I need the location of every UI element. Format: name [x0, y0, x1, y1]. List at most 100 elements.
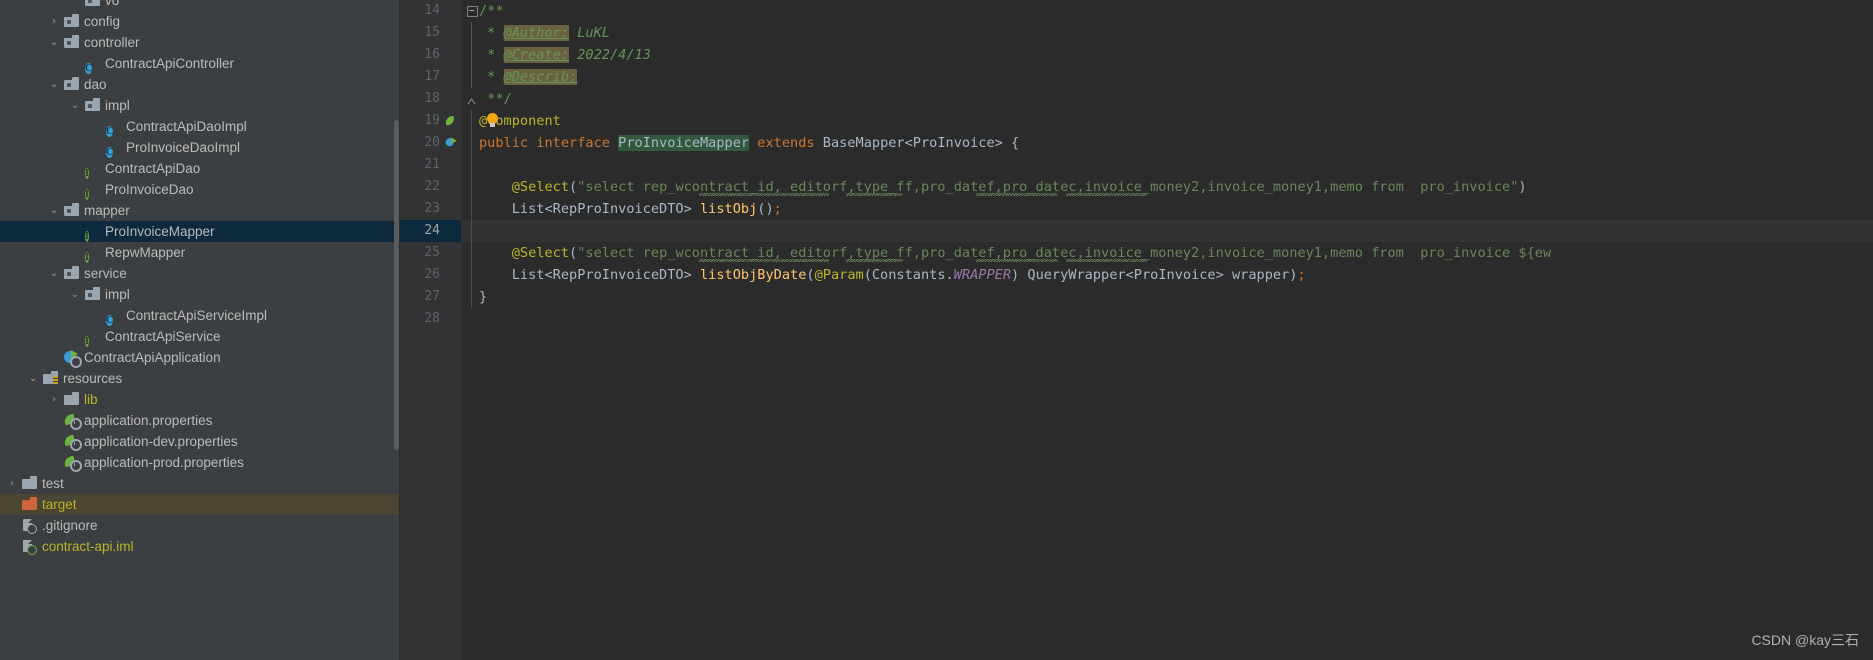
inspection-squiggle	[699, 193, 830, 196]
tree-node-proinvoicedaoimpl[interactable]: C ProInvoiceDaoImpl	[0, 137, 400, 158]
code-content[interactable]: /** * @Author: LuKL * @Create: 2022/4/13…	[462, 0, 1873, 660]
chevron-down-icon[interactable]: ⌄	[48, 32, 60, 53]
tree-node-application-properties[interactable]: application.properties	[0, 410, 400, 431]
code-line: }	[479, 286, 487, 308]
ide-window: vo › config ⌄ controller C ContractApiControll…	[0, 0, 1873, 660]
tree-node-lib[interactable]: › lib	[0, 389, 400, 410]
code-token: @Author:	[503, 25, 570, 41]
inspection-squiggle	[699, 259, 830, 262]
code-line: List<RepProInvoiceDTO> listObj();	[479, 198, 782, 220]
tree-node-vo[interactable]: vo	[0, 0, 400, 11]
fold-marker[interactable]	[466, 88, 477, 110]
java-interface-icon: I	[85, 168, 89, 179]
tree-node-contractapicontroller[interactable]: C ContractApiController	[0, 53, 400, 74]
tree-node-application-dev-properties[interactable]: application-dev.properties	[0, 431, 400, 452]
folder-icon	[64, 14, 80, 29]
excluded-folder-icon	[22, 497, 38, 512]
chevron-right-icon[interactable]: ›	[48, 11, 60, 32]
folder-icon	[64, 77, 80, 92]
fold-marker[interactable]	[466, 0, 478, 22]
code-token: WRAPPER	[953, 267, 1012, 283]
tree-node-application-prod-properties[interactable]: application-prod.properties	[0, 452, 400, 473]
inspection-squiggle	[976, 259, 1058, 262]
gutter-line-number: 20	[424, 135, 440, 150]
code-line: List<RepProInvoiceDTO> listObjByDate(@Pa…	[479, 264, 1306, 286]
code-token: BaseMapper<ProInvoice> {	[814, 135, 1020, 151]
code-token: )	[1518, 179, 1527, 195]
code-line: * @Author: LuKL	[479, 22, 610, 44]
chevron-down-icon[interactable]: ⌄	[69, 95, 81, 116]
tree-node-label: ContractApiDaoImpl	[126, 119, 247, 134]
spring-bean-icon[interactable]	[444, 114, 458, 136]
chevron-down-icon[interactable]: ⌄	[48, 200, 60, 221]
gutter-line-number: 25	[424, 245, 440, 260]
java-interface-icon: I	[85, 189, 89, 200]
tree-node-label: contract-api.iml	[42, 539, 134, 554]
chevron-down-icon[interactable]: ⌄	[48, 263, 60, 284]
intention-bulb-icon[interactable]	[486, 113, 499, 129]
tree-node-label: resources	[63, 371, 123, 386]
tree-node-repwmapper[interactable]: I RepwMapper	[0, 242, 400, 263]
code-token: ) QueryWrapper<ProInvoice> wrapper)	[1011, 267, 1298, 283]
chevron-down-icon[interactable]: ⌄	[27, 368, 39, 389]
code-token: 2022/4/13	[569, 47, 651, 63]
spring-mapper-icon[interactable]	[444, 136, 458, 158]
code-token: @Param	[814, 267, 864, 283]
inspection-squiggle	[1065, 193, 1148, 196]
tree-node-contract-api-iml[interactable]: contract-api.iml	[0, 536, 400, 557]
code-line: **/	[479, 88, 512, 110]
gutter-line-number: 28	[424, 311, 440, 326]
gutter-line-number: 22	[424, 179, 440, 194]
tree-node-label: ContractApiApplication	[84, 350, 221, 365]
code-token: public	[479, 135, 529, 151]
code-line: public interface ProInvoiceMapper extend…	[479, 132, 1019, 154]
tree-node-resources[interactable]: ⌄ resources	[0, 368, 400, 389]
folder-icon	[22, 476, 38, 491]
folder-icon	[64, 35, 80, 50]
tree-node-test[interactable]: › test	[0, 473, 400, 494]
tree-node-dao[interactable]: ⌄ dao	[0, 74, 400, 95]
tree-node-contractapiserviceimpl[interactable]: C ContractApiServiceImpl	[0, 305, 400, 326]
project-tool-window[interactable]: vo › config ⌄ controller C ContractApiControll…	[0, 0, 400, 660]
tree-node-label: test	[42, 476, 64, 491]
fold-guide	[466, 22, 477, 44]
tree-node-service[interactable]: ⌄ service	[0, 263, 400, 284]
chevron-right-icon[interactable]: ›	[6, 473, 18, 494]
tree-node-config[interactable]: › config	[0, 11, 400, 32]
tree-node-impl[interactable]: ⌄ impl	[0, 95, 400, 116]
code-token: extends	[757, 135, 815, 151]
java-interface-icon: I	[85, 336, 89, 347]
tree-node-contractapidao[interactable]: I ContractApiDao	[0, 158, 400, 179]
tree-node-proinvoicedao[interactable]: I ProInvoiceDao	[0, 179, 400, 200]
java-interface-icon: I	[85, 231, 89, 242]
tree-node-impl[interactable]: ⌄ impl	[0, 284, 400, 305]
chevron-right-icon[interactable]: ›	[48, 389, 60, 410]
code-token: listObj	[699, 201, 758, 217]
tree-node-label: impl	[105, 98, 130, 113]
spring-boot-app-icon	[64, 350, 82, 368]
editor-gutter[interactable]: 14 15 16 17 18 19 20 21 22 23 24 25 26 27 28	[400, 0, 462, 660]
tree-node-controller[interactable]: ⌄ controller	[0, 32, 400, 53]
tree-node-label: ProInvoiceDaoImpl	[126, 140, 241, 155]
gutter-line-number: 19	[424, 113, 440, 128]
tree-node-label: RepwMapper	[105, 245, 186, 260]
tree-node-mapper[interactable]: ⌄ mapper	[0, 200, 400, 221]
gutter-line-number: 24	[424, 223, 440, 238]
inspection-squiggle	[845, 193, 903, 196]
tree-node-contractapidaoimpl[interactable]: C ContractApiDaoImpl	[0, 116, 400, 137]
tree-node-proinvoicemapper[interactable]: I ProInvoiceMapper	[0, 221, 400, 242]
tree-node-contractapiservice[interactable]: I ContractApiService	[0, 326, 400, 347]
tree-node-target[interactable]: target	[0, 494, 400, 515]
watermark-text: CSDN @kay三石	[1751, 632, 1859, 648]
tree-node-label: ContractApiController	[105, 56, 235, 71]
tree-node-label: ContractApiService	[105, 329, 221, 344]
chevron-down-icon[interactable]: ⌄	[48, 74, 60, 95]
tree-node-label: controller	[84, 35, 140, 50]
editor-pane[interactable]: 14 15 16 17 18 19 20 21 22 23 24 25 26 27 28 /** * @Au…	[400, 0, 1873, 660]
tree-node--gitignore[interactable]: .gitignore	[0, 515, 400, 536]
gutter-line-number: 14	[424, 3, 440, 18]
chevron-down-icon[interactable]: ⌄	[69, 284, 81, 305]
tree-node-contractapiapplication[interactable]: ContractApiApplication	[0, 347, 400, 368]
folder-icon	[85, 287, 101, 302]
